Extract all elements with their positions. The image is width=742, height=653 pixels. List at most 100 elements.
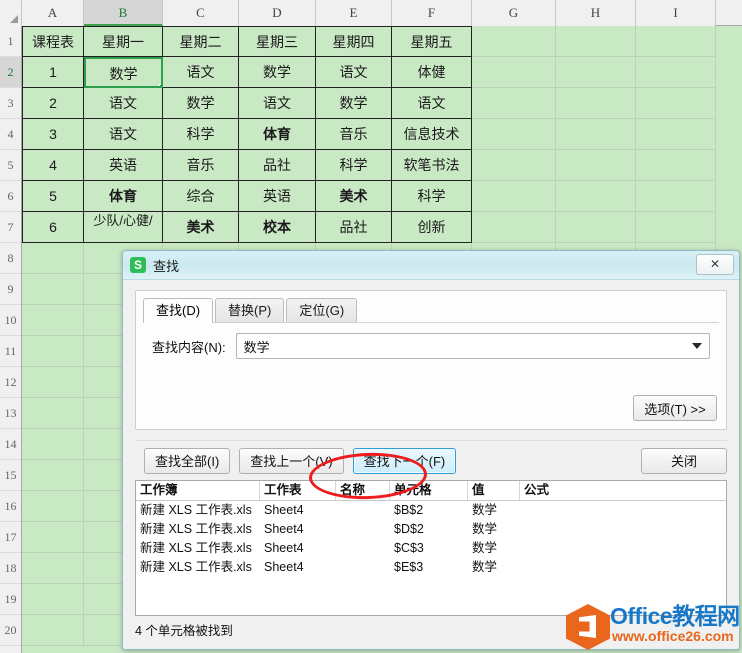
row-header-3[interactable]: 3: [0, 88, 21, 119]
grid-cell-g1[interactable]: [472, 26, 556, 57]
grid-cell-h3[interactable]: [556, 88, 636, 119]
grid-cell-f4[interactable]: 信息技术: [392, 119, 472, 150]
find-results-list[interactable]: 工作簿 工作表 名称 单元格值公式 新建 XLS 工作表.xls Sheet4 $B$2 数…: [135, 480, 727, 616]
grid-cell-b6[interactable]: 体育: [84, 181, 163, 212]
grid-cell-h1[interactable]: [556, 26, 636, 57]
column-header-h[interactable]: H: [556, 0, 636, 26]
grid-cell-f6[interactable]: 科学: [392, 181, 472, 212]
grid-cell-d7[interactable]: 校本: [239, 212, 316, 243]
grid-cell-c3[interactable]: 数学: [163, 88, 239, 119]
results-row[interactable]: 新建 XLS 工作表.xls Sheet4 $B$2 数学: [136, 501, 726, 520]
results-column-header-formula[interactable]: 公式: [520, 481, 720, 500]
grid-cell-g2[interactable]: [472, 57, 556, 88]
grid-cell-h6[interactable]: [556, 181, 636, 212]
dialog-title-bar[interactable]: S 查找 ✕: [123, 251, 739, 280]
results-rows[interactable]: 新建 XLS 工作表.xls Sheet4 $B$2 数学 新建 XLS 工作表.xls…: [136, 501, 726, 577]
results-row[interactable]: 新建 XLS 工作表.xls Sheet4 $D$2 数学: [136, 520, 726, 539]
grid-cell-b4[interactable]: 语文: [84, 119, 163, 150]
grid-cell-a19[interactable]: [22, 584, 84, 615]
row-header-16[interactable]: 16: [0, 491, 21, 522]
row-header-18[interactable]: 18: [0, 553, 21, 584]
row-header-11[interactable]: 11: [0, 336, 21, 367]
find-next-button[interactable]: 查找下一个(F): [352, 447, 457, 474]
tab-goto[interactable]: 定位(G): [286, 298, 358, 323]
row-header-9[interactable]: 9: [0, 274, 21, 305]
grid-cell-i1[interactable]: [636, 26, 716, 57]
grid-cell-e5[interactable]: 科学: [316, 150, 392, 181]
grid-cell-a7[interactable]: 6: [22, 212, 84, 243]
grid-cell-a17[interactable]: [22, 522, 84, 553]
row-header-17[interactable]: 17: [0, 522, 21, 553]
grid-cell-e2[interactable]: 语文: [316, 57, 392, 88]
row-header-20[interactable]: 20: [0, 615, 21, 646]
grid-cell-a12[interactable]: [22, 367, 84, 398]
grid-cell-h5[interactable]: [556, 150, 636, 181]
grid-cell-a16[interactable]: [22, 491, 84, 522]
grid-cell-i7[interactable]: [636, 212, 716, 243]
grid-cell-i6[interactable]: [636, 181, 716, 212]
close-button[interactable]: 关闭: [641, 447, 727, 474]
row-header-13[interactable]: 13: [0, 398, 21, 429]
grid-cell-b3[interactable]: 语文: [84, 88, 163, 119]
find-what-input[interactable]: 数学: [244, 337, 270, 356]
grid-cell-d4[interactable]: 体育: [239, 119, 316, 150]
grid-cell-f1[interactable]: 星期五: [392, 26, 472, 57]
grid-cell-h2[interactable]: [556, 57, 636, 88]
row-header-19[interactable]: 19: [0, 584, 21, 615]
results-column-header-workbook[interactable]: 工作簿: [136, 481, 260, 500]
grid-cell-a5[interactable]: 4: [22, 150, 84, 181]
grid-cell-a20[interactable]: [22, 615, 84, 646]
row-header-2[interactable]: 2: [0, 57, 21, 88]
grid-cell-a8[interactable]: [22, 243, 84, 274]
grid-cell-f7[interactable]: 创新: [392, 212, 472, 243]
grid-cell-a2[interactable]: 1: [22, 57, 84, 88]
fill-handle[interactable]: [159, 84, 161, 86]
grid-cell-a1[interactable]: 课程表: [22, 26, 84, 57]
grid-cell-c6[interactable]: 综合: [163, 181, 239, 212]
grid-cell-d1[interactable]: 星期三: [239, 26, 316, 57]
grid-cell-a3[interactable]: 2: [22, 88, 84, 119]
grid-cell-d6[interactable]: 英语: [239, 181, 316, 212]
column-header-i[interactable]: I: [636, 0, 716, 26]
grid-cell-i3[interactable]: [636, 88, 716, 119]
grid-cell-i2[interactable]: [636, 57, 716, 88]
grid-cell-b5[interactable]: 英语: [84, 150, 163, 181]
row-header-12[interactable]: 12: [0, 367, 21, 398]
grid-cell-h7[interactable]: [556, 212, 636, 243]
results-column-header-worksheet[interactable]: 工作表: [260, 481, 336, 500]
results-column-header-cell[interactable]: 单元格: [390, 481, 468, 500]
find-previous-button[interactable]: 查找上一个(V): [239, 447, 344, 474]
grid-cell-d2[interactable]: 数学: [239, 57, 316, 88]
results-column-header-value[interactable]: 值: [468, 481, 520, 500]
find-all-button[interactable]: 查找全部(I): [144, 447, 231, 474]
grid-cell-f2[interactable]: 体健: [392, 57, 472, 88]
grid-cell-g3[interactable]: [472, 88, 556, 119]
grid-cell-c4[interactable]: 科学: [163, 119, 239, 150]
grid-cell-b1[interactable]: 星期一: [84, 26, 163, 57]
grid-cell-a9[interactable]: [22, 274, 84, 305]
results-row[interactable]: 新建 XLS 工作表.xls Sheet4 $C$3 数学: [136, 539, 726, 558]
row-header-8[interactable]: 8: [0, 243, 21, 274]
grid-cell-a15[interactable]: [22, 460, 84, 491]
grid-cell-d3[interactable]: 语文: [239, 88, 316, 119]
grid-cell-i5[interactable]: [636, 150, 716, 181]
row-header-4[interactable]: 4: [0, 119, 21, 150]
grid-cell-d5[interactable]: 品社: [239, 150, 316, 181]
grid-cell-b7[interactable]: 少队/心健/: [84, 212, 163, 243]
grid-cell-a4[interactable]: 3: [22, 119, 84, 150]
grid-cell-f5[interactable]: 软笔书法: [392, 150, 472, 181]
grid-cell-c7[interactable]: 美术: [163, 212, 239, 243]
grid-cell-e7[interactable]: 品社: [316, 212, 392, 243]
grid-cell-c5[interactable]: 音乐: [163, 150, 239, 181]
row-header-6[interactable]: 6: [0, 181, 21, 212]
column-header-c[interactable]: C: [163, 0, 239, 26]
column-header-b[interactable]: B: [84, 0, 163, 26]
grid-cell-g5[interactable]: [472, 150, 556, 181]
close-icon[interactable]: ✕: [696, 254, 734, 275]
grid-cell-e1[interactable]: 星期四: [316, 26, 392, 57]
grid-cell-e6[interactable]: 美术: [316, 181, 392, 212]
row-header-15[interactable]: 15: [0, 460, 21, 491]
grid-cell-c2[interactable]: 语文: [163, 57, 239, 88]
grid-cell-a10[interactable]: [22, 305, 84, 336]
results-row[interactable]: 新建 XLS 工作表.xls Sheet4 $E$3 数学: [136, 558, 726, 577]
